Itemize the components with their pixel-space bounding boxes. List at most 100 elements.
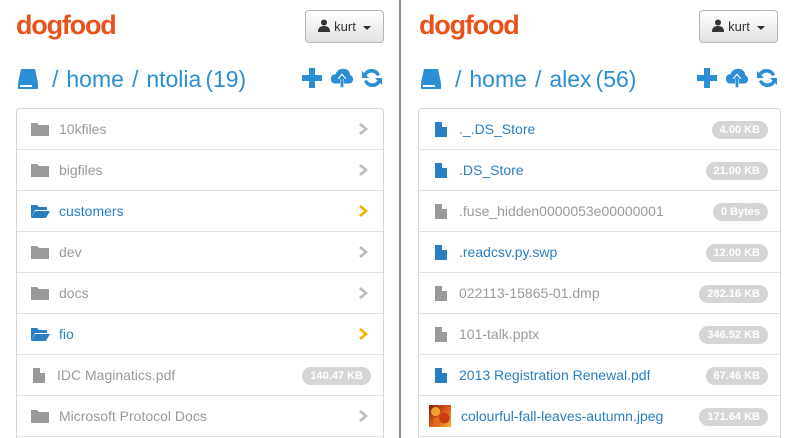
left-pane: dogfood kurt / home / ntolia (19) 10kfil… [0, 0, 399, 438]
item-name: 022113-15865-01.dmp [459, 285, 600, 301]
file-icon [431, 160, 451, 180]
folder-icon [29, 242, 51, 262]
file-list: 10kfiles bigfiles customers dev docs fio [16, 108, 384, 438]
item-name: docs [59, 285, 89, 301]
list-item[interactable]: .readcsv.py.swp 12.00 KB [419, 232, 780, 273]
image-thumbnail [429, 405, 451, 427]
toolbar-actions [695, 64, 779, 92]
breadcrumb-separator: / [534, 65, 542, 92]
user-name: kurt [728, 19, 750, 34]
list-item[interactable]: IDC Maginatics.pdf 140.47 KB [17, 355, 383, 396]
list-item[interactable]: bigfiles [17, 150, 383, 191]
item-name: .fuse_hidden0000053e00000001 [459, 203, 664, 219]
chevron-right-icon [357, 409, 371, 423]
logo[interactable]: dogfood [419, 10, 520, 41]
caret-down-icon [756, 25, 765, 30]
user-icon [318, 19, 331, 35]
file-size-badge: 282.16 KB [699, 285, 768, 303]
file-icon [431, 365, 451, 385]
item-name: ._.DS_Store [459, 121, 536, 137]
plus-icon[interactable] [300, 64, 324, 92]
refresh-icon[interactable] [755, 64, 779, 92]
list-item[interactable]: 101-talk.pptx 346.52 KB [419, 314, 780, 355]
item-name: Microsoft Protocol Docs [59, 408, 207, 424]
item-name: .readcsv.py.swp [459, 244, 558, 260]
breadcrumb: / home / ntolia (19) [16, 62, 248, 96]
breadcrumb-current-folder[interactable]: ntolia [146, 66, 201, 93]
upload-cloud-icon[interactable] [725, 64, 749, 92]
item-name: bigfiles [59, 162, 103, 178]
item-name: customers [59, 203, 124, 219]
breadcrumb-current-folder[interactable]: alex [549, 66, 591, 93]
item-name: 10kfiles [59, 121, 107, 137]
list-item[interactable]: 2013 Registration Renewal.pdf 67.46 KB [419, 355, 780, 396]
list-item[interactable]: .fuse_hidden0000053e00000001 0 Bytes [419, 191, 780, 232]
file-icon [431, 201, 451, 221]
file-size-badge: 21.00 KB [705, 162, 768, 180]
item-name: fio [59, 326, 74, 342]
chevron-right-icon [357, 122, 371, 136]
item-count: (19) [205, 65, 247, 92]
refresh-icon[interactable] [360, 64, 384, 92]
folder-open-icon [29, 324, 51, 344]
folder-open-icon [29, 201, 51, 221]
folder-icon [29, 406, 51, 426]
chevron-right-icon [357, 204, 371, 218]
user-menu-button[interactable]: kurt [699, 10, 778, 43]
breadcrumb-separator: / [52, 65, 59, 92]
file-size-badge: 12.00 KB [705, 244, 768, 262]
folder-icon [29, 283, 51, 303]
list-item[interactable]: .DS_Store 21.00 KB [419, 150, 780, 191]
list-item[interactable]: ._.DS_Store 4.00 KB [419, 109, 780, 150]
user-name: kurt [334, 19, 356, 34]
list-item[interactable]: 022113-15865-01.dmp 282.16 KB [419, 273, 780, 314]
chevron-right-icon [357, 245, 371, 259]
item-name: IDC Maginatics.pdf [57, 367, 176, 383]
list-item[interactable]: dev [17, 232, 383, 273]
breadcrumb-home[interactable]: home [469, 66, 527, 93]
breadcrumb-separator: / [455, 65, 462, 92]
breadcrumb-home[interactable]: home [66, 66, 124, 93]
chevron-right-icon [357, 286, 371, 300]
user-icon [712, 19, 725, 35]
right-pane: dogfood kurt / home / alex (56) ._.DS_St… [401, 0, 794, 438]
file-size-badge: 171.64 KB [699, 408, 768, 426]
list-item[interactable]: customers [17, 191, 383, 232]
list-item[interactable]: 10kfiles [17, 109, 383, 150]
folder-icon [29, 160, 51, 180]
file-list: ._.DS_Store 4.00 KB .DS_Store 21.00 KB .… [418, 108, 781, 438]
file-size-badge: 4.00 KB [711, 121, 768, 139]
file-icon [431, 324, 451, 344]
file-icon [29, 365, 49, 385]
hard-drive-icon[interactable] [16, 67, 40, 91]
file-size-badge: 346.52 KB [699, 326, 768, 344]
file-size-badge: 67.46 KB [705, 367, 768, 385]
user-menu-button[interactable]: kurt [305, 10, 384, 43]
upload-cloud-icon[interactable] [330, 64, 354, 92]
logo[interactable]: dogfood [16, 10, 117, 41]
toolbar-actions [300, 64, 384, 92]
breadcrumb: / home / alex (56) [419, 62, 638, 96]
list-item[interactable]: docs [17, 273, 383, 314]
file-size-badge: 140.47 KB [302, 367, 371, 385]
file-icon [431, 283, 451, 303]
list-item[interactable]: fio [17, 314, 383, 355]
item-name: dev [59, 244, 82, 260]
caret-down-icon [362, 25, 371, 30]
chevron-right-icon [357, 327, 371, 341]
list-item[interactable]: Microsoft Protocol Docs [17, 396, 383, 437]
file-icon [431, 242, 451, 262]
item-name: 2013 Registration Renewal.pdf [459, 367, 651, 383]
item-count: (56) [595, 65, 637, 92]
plus-icon[interactable] [695, 64, 719, 92]
breadcrumb-separator: / [131, 65, 139, 92]
file-size-badge: 0 Bytes [712, 203, 768, 221]
item-name: colourful-fall-leaves-autumn.jpeg [461, 408, 664, 424]
file-icon [431, 119, 451, 139]
list-item[interactable]: colourful-fall-leaves-autumn.jpeg 171.64… [419, 396, 780, 437]
hard-drive-icon[interactable] [419, 67, 443, 91]
item-name: 101-talk.pptx [459, 326, 540, 342]
chevron-right-icon [357, 163, 371, 177]
item-name: .DS_Store [459, 162, 524, 178]
folder-icon [29, 119, 51, 139]
